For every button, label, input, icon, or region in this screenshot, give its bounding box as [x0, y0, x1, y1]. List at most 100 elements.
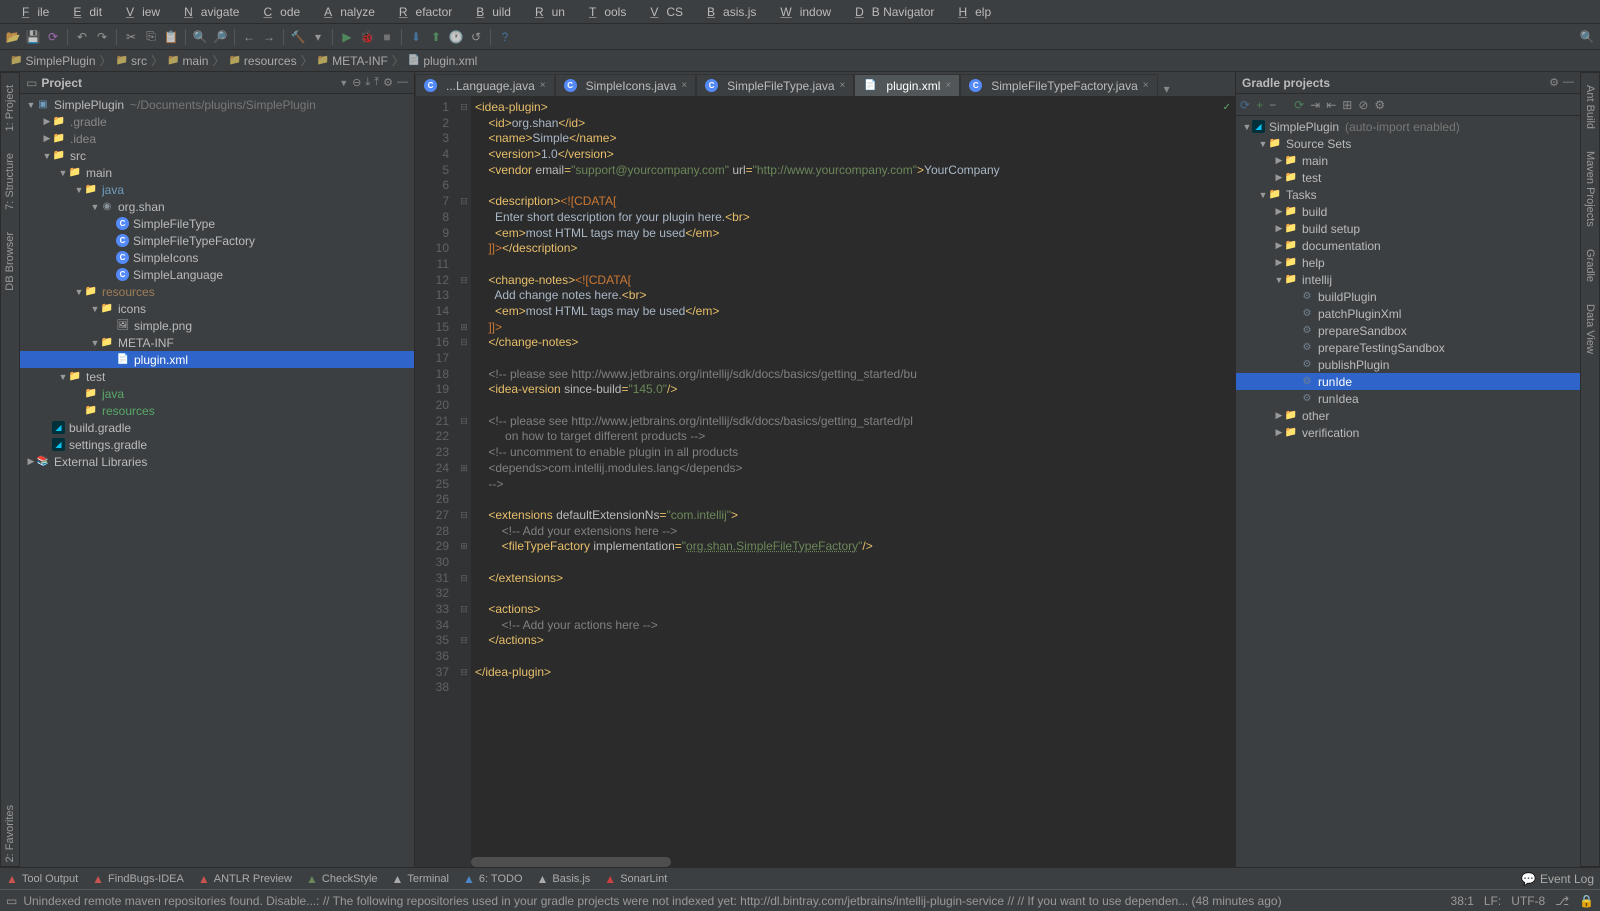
gradle-tool[interactable]: Gradle — [1584, 245, 1596, 286]
cut-icon[interactable]: ✂ — [122, 28, 140, 46]
close-icon[interactable]: × — [945, 80, 951, 91]
fold-gutter[interactable]: ⊟⊟⊟⊞⊟⊟⊞⊟⊞⊟⊟⊟⊟ — [457, 96, 471, 867]
code-editor[interactable]: 1234567891011121314151617181920212223242… — [415, 96, 1235, 867]
collapse-icon[interactable]: ⇤ — [1326, 98, 1336, 112]
run-icon[interactable]: ▶ — [338, 28, 356, 46]
data-view-tool[interactable]: Data View — [1584, 300, 1596, 358]
tree-item-settings-gradle[interactable]: ◢settings.gradle — [20, 436, 414, 453]
favorites-tool[interactable]: 2: Favorites — [4, 801, 16, 866]
tree-item--idea[interactable]: ▶📁.idea — [20, 130, 414, 147]
ant-build-tool[interactable]: Ant Build — [1584, 81, 1596, 133]
scroll-from-icon[interactable]: ⤒ — [374, 76, 379, 89]
tree-item-java[interactable]: ▼📁java — [20, 181, 414, 198]
add-icon[interactable]: + — [1256, 98, 1263, 112]
collapse-icon[interactable]: ⊖ — [352, 76, 361, 89]
tab-simplefiletype-java[interactable]: CSimpleFileType.java× — [696, 74, 854, 96]
tree-item-plugin-xml[interactable]: 📄plugin.xml — [20, 351, 414, 368]
menu-db-navigator[interactable]: DB Navigator — [839, 3, 942, 21]
tree-item-meta-inf[interactable]: ▼📁META-INF — [20, 334, 414, 351]
gradle-item-verification[interactable]: ▶📁verification — [1236, 424, 1580, 441]
tab-simplefiletypefactory-java[interactable]: CSimpleFileTypeFactory.java× — [960, 74, 1157, 96]
event-log[interactable]: 💬Event Log — [1521, 872, 1594, 886]
settings-icon[interactable]: ⚙ — [1549, 76, 1559, 89]
gradle-item-main[interactable]: ▶📁main — [1236, 152, 1580, 169]
build-icon[interactable]: 🔨 — [289, 28, 307, 46]
tool-checkstyle[interactable]: ▲CheckStyle — [306, 872, 378, 886]
menu-help[interactable]: Help — [942, 3, 999, 21]
breadcrumb-meta-inf[interactable]: 📁META-INF — [317, 54, 388, 68]
tree-item-simplefiletypefactory[interactable]: CSimpleFileTypeFactory — [20, 232, 414, 249]
gradle-item-help[interactable]: ▶📁help — [1236, 254, 1580, 271]
find-icon[interactable]: 🔍 — [191, 28, 209, 46]
vcs-revert-icon[interactable]: ↺ — [467, 28, 485, 46]
back-icon[interactable]: ← — [240, 28, 258, 46]
gradle-item-publishplugin[interactable]: ⚙publishPlugin — [1236, 356, 1580, 373]
structure-tool[interactable]: 7: Structure — [4, 149, 16, 214]
remove-icon[interactable]: − — [1269, 98, 1276, 112]
gradle-item-test[interactable]: ▶📁test — [1236, 169, 1580, 186]
breadcrumb-simpleplugin[interactable]: 📁SimplePlugin — [10, 54, 96, 68]
menu-file[interactable]: File — [6, 3, 57, 21]
redo-icon[interactable]: ↷ — [93, 28, 111, 46]
tree-item-src[interactable]: ▼📁src — [20, 147, 414, 164]
breadcrumb-plugin.xml[interactable]: 📄plugin.xml — [408, 54, 477, 68]
open-icon[interactable]: 📂 — [4, 28, 22, 46]
gradle-item-preparesandbox[interactable]: ⚙prepareSandbox — [1236, 322, 1580, 339]
project-tree[interactable]: ▼▣SimplePlugin~/Documents/plugins/Simple… — [20, 94, 414, 867]
tree-item-resources[interactable]: ▼📁resources — [20, 283, 414, 300]
copy-icon[interactable]: ⎘ — [142, 28, 160, 46]
tree-item-org-shan[interactable]: ▼◉org.shan — [20, 198, 414, 215]
gradle-item-build-setup[interactable]: ▶📁build setup — [1236, 220, 1580, 237]
gradle-item-other[interactable]: ▶📁other — [1236, 407, 1580, 424]
menu-view[interactable]: View — [110, 3, 168, 21]
offline-icon[interactable]: ⊘ — [1358, 98, 1368, 112]
gradle-item-patchpluginxml[interactable]: ⚙patchPluginXml — [1236, 305, 1580, 322]
status-message[interactable]: Unindexed remote maven repositories foun… — [23, 894, 1450, 908]
tree-item-simple-png[interactable]: 🖼simple.png — [20, 317, 414, 334]
paste-icon[interactable]: 📋 — [162, 28, 180, 46]
menu-window[interactable]: Window — [764, 3, 839, 21]
gradle-item-tasks[interactable]: ▼📁Tasks — [1236, 186, 1580, 203]
help-icon[interactable]: ? — [496, 28, 514, 46]
debug-icon[interactable]: 🐞 — [358, 28, 376, 46]
tree-item-simplelanguage[interactable]: CSimpleLanguage — [20, 266, 414, 283]
menu-basis-js[interactable]: Basis.js — [691, 3, 764, 21]
menu-navigate[interactable]: Navigate — [168, 3, 247, 21]
tool-basis-js[interactable]: ▲Basis.js — [537, 872, 591, 886]
line-separator[interactable]: LF: — [1484, 894, 1501, 908]
gradle-item-preparetestingsandbox[interactable]: ⚙prepareTestingSandbox — [1236, 339, 1580, 356]
close-icon[interactable]: × — [840, 80, 846, 91]
menu-refactor[interactable]: Refactor — [383, 3, 460, 21]
tree-item--gradle[interactable]: ▶📁.gradle — [20, 113, 414, 130]
code-content[interactable]: <idea-plugin> <id>org.shan</id> <name>Si… — [471, 96, 1235, 867]
breadcrumb-main[interactable]: 📁main — [167, 54, 208, 68]
refresh-icon[interactable]: ⟳ — [44, 28, 62, 46]
tree-item-build-gradle[interactable]: ◢build.gradle — [20, 419, 414, 436]
hide-icon[interactable]: — — [397, 76, 408, 89]
vcs-commit-icon[interactable]: ⬆ — [427, 28, 445, 46]
tree-item-java[interactable]: 📁java — [20, 385, 414, 402]
menu-vcs[interactable]: VCS — [634, 3, 691, 21]
tabs-dropdown-icon[interactable]: ▾ — [1158, 82, 1176, 96]
tool-findbugs-idea[interactable]: ▲FindBugs-IDEA — [92, 872, 184, 886]
close-icon[interactable]: × — [540, 80, 546, 91]
execute-icon[interactable]: ⟳ — [1294, 98, 1304, 112]
breadcrumb-src[interactable]: 📁src — [116, 54, 147, 68]
file-encoding[interactable]: UTF-8 — [1511, 894, 1545, 908]
settings-icon[interactable]: ⚙ — [383, 76, 393, 89]
gradle-item-runide[interactable]: ⚙runIde — [1236, 373, 1580, 390]
tab--language-java[interactable]: C...Language.java× — [415, 74, 555, 96]
gradle-item-source-sets[interactable]: ▼📁Source Sets — [1236, 135, 1580, 152]
tool-tool-output[interactable]: ▲Tool Output — [6, 872, 78, 886]
search-everywhere-icon[interactable]: 🔍 — [1578, 28, 1596, 46]
tab-simpleicons-java[interactable]: CSimpleIcons.java× — [555, 74, 697, 96]
gradle-item-build[interactable]: ▶📁build — [1236, 203, 1580, 220]
refresh-icon[interactable]: ⟳ — [1240, 98, 1250, 112]
show-deps-icon[interactable]: ⊞ — [1342, 98, 1352, 112]
menu-edit[interactable]: Edit — [57, 3, 110, 21]
undo-icon[interactable]: ↶ — [73, 28, 91, 46]
menu-run[interactable]: Run — [519, 3, 573, 21]
git-icon[interactable]: ⎇ — [1555, 894, 1569, 908]
inspection-indicator-icon[interactable]: ✓ — [1223, 100, 1231, 116]
tool-sonarlint[interactable]: ▲SonarLint — [604, 872, 667, 886]
